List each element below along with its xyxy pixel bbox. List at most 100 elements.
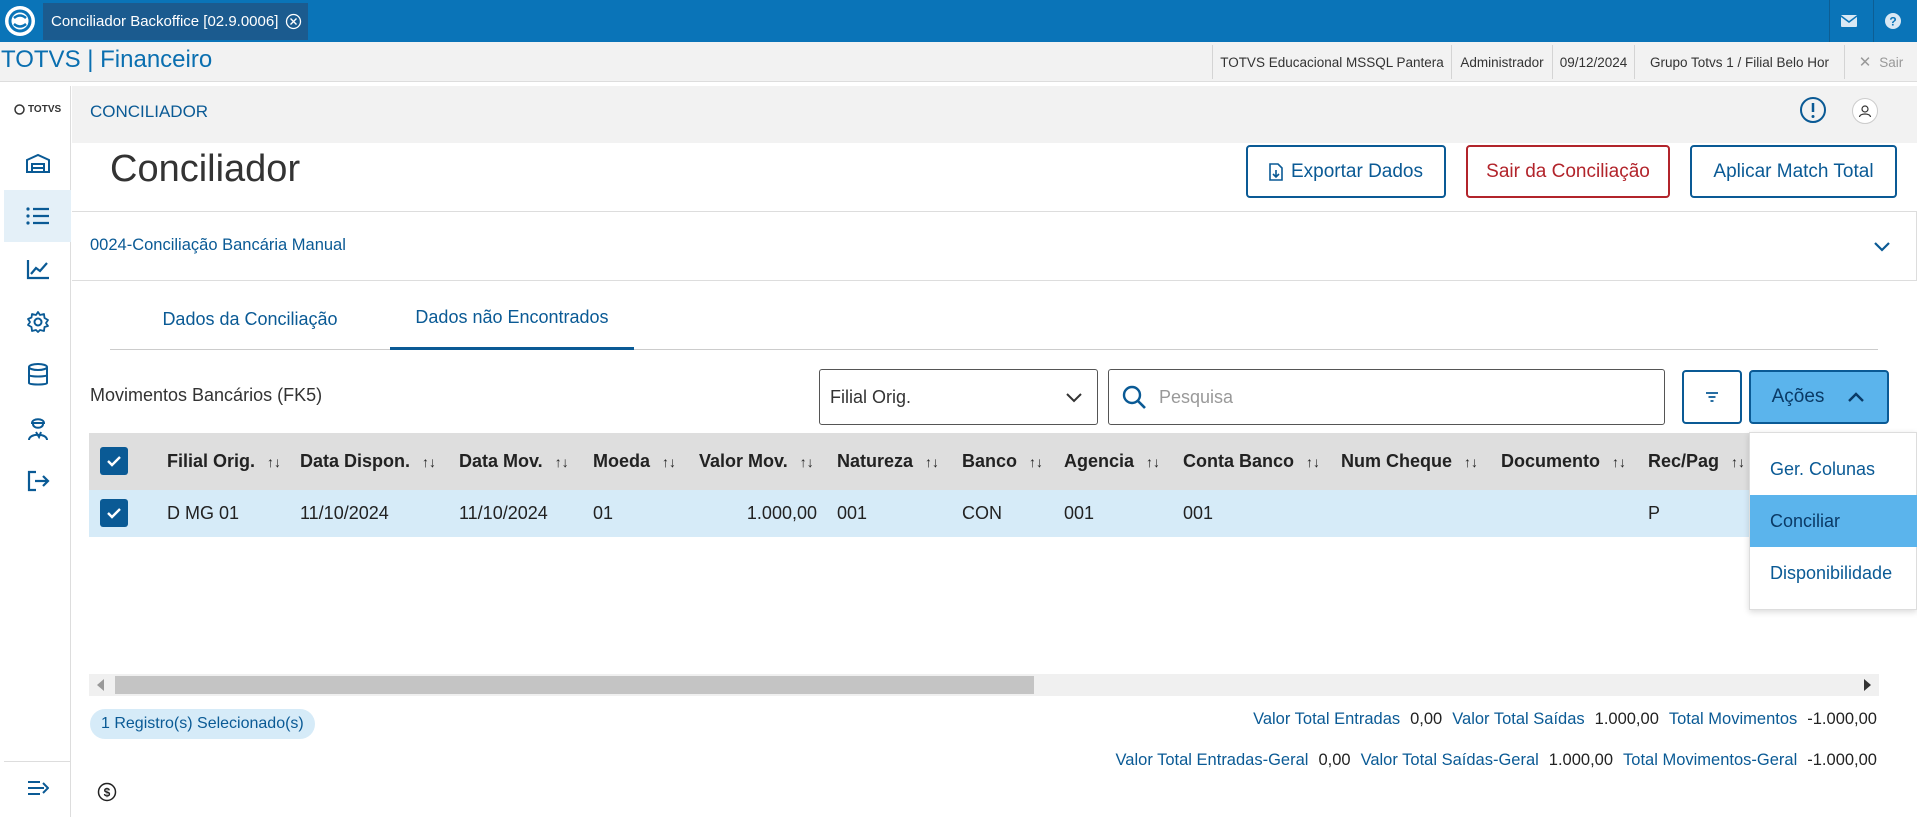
actions-button[interactable]: Ações: [1749, 370, 1889, 424]
chevron-down-icon: [1066, 393, 1082, 403]
date-label: 09/12/2024: [1552, 45, 1634, 79]
svg-text:?: ?: [1889, 15, 1896, 29]
collapse-menu-button[interactable]: [4, 761, 71, 813]
branch-label[interactable]: Grupo Totvs 1 / Filial Belo Hor: [1634, 45, 1844, 79]
export-data-button[interactable]: Exportar Dados: [1246, 145, 1446, 198]
column-header-label: Data Mov.: [459, 451, 543, 471]
close-icon: ✕: [1858, 54, 1872, 71]
table-cell: 11/10/2024: [300, 503, 389, 523]
total-label: Total Movimentos: [1668, 710, 1798, 728]
horizontal-scrollbar[interactable]: [89, 674, 1879, 696]
sort-icon: ↑↓: [662, 453, 677, 470]
column-header[interactable]: Data Mov. ↑↓: [459, 433, 569, 490]
sidebar-item-chart[interactable]: [4, 243, 71, 295]
sidebar-item-warehouse[interactable]: [4, 137, 71, 189]
menu-bar: TOTVS | Financeiro TOTVS Educacional MSS…: [0, 42, 1917, 82]
export-file-icon: [1269, 162, 1283, 181]
tab-dados-nao-encontrados[interactable]: Dados não Encontrados: [390, 288, 634, 350]
table-cell: 001: [1064, 503, 1095, 523]
row-checkbox[interactable]: [100, 499, 128, 527]
page-header: CONCILIADOR: [72, 86, 1917, 143]
column-header[interactable]: Banco ↑↓: [962, 433, 1043, 490]
sort-icon: ↑↓: [1731, 453, 1746, 470]
apply-match-button[interactable]: Aplicar Match Total: [1690, 145, 1897, 198]
table-cell: CON: [962, 503, 1002, 523]
table-cell: 001: [837, 503, 868, 523]
title-bar: Conciliador Backoffice [02.9.0006] ?: [0, 0, 1917, 42]
window-tab-label: Conciliador Backoffice [02.9.0006]: [51, 13, 279, 30]
column-header-label: Documento: [1501, 451, 1600, 471]
column-header-label: Num Cheque: [1341, 451, 1453, 471]
exit-reconciliation-button[interactable]: Sair da Conciliação: [1466, 145, 1670, 198]
total-label: Valor Total Entradas: [1253, 710, 1401, 728]
sidebar-item-database[interactable]: [4, 349, 71, 401]
total-label: Valor Total Saídas: [1452, 710, 1585, 728]
column-header[interactable]: Documento ↑↓: [1501, 433, 1626, 490]
column-header[interactable]: Num Cheque ↑↓: [1341, 433, 1478, 490]
sort-icon: ↑↓: [1464, 453, 1479, 470]
search-icon: [1122, 385, 1146, 409]
database-icon: [27, 363, 48, 386]
actions-dropdown-menu: Ger. Colunas Conciliar Disponibilidade: [1749, 432, 1917, 610]
sort-icon: ↑↓: [925, 453, 940, 470]
help-icon[interactable]: ?: [1873, 0, 1912, 42]
table-cell: P: [1648, 503, 1661, 523]
menu-item-disponibilidade[interactable]: Disponibilidade: [1750, 547, 1917, 599]
menu-item-conciliar[interactable]: Conciliar: [1750, 495, 1917, 547]
filter-button[interactable]: [1682, 370, 1742, 424]
sidebar-item-logout[interactable]: [4, 455, 71, 507]
totvs-logo-text: TOTVS: [28, 104, 62, 115]
tab-bar: Dados da Conciliação Dados não Encontrad…: [110, 288, 1878, 350]
brand-title: TOTVS | Financeiro: [1, 46, 213, 73]
totals-general-line: Valor Total Entradas-Geral 0,00 Valor To…: [1116, 751, 1877, 770]
filial-select[interactable]: Filial Orig.: [819, 369, 1098, 425]
scrollbar-thumb[interactable]: [115, 676, 1034, 694]
grid-title: Movimentos Bancários (FK5): [90, 385, 323, 405]
sidebar-item-list[interactable]: [4, 190, 71, 242]
apply-match-label: Aplicar Match Total: [1713, 160, 1874, 182]
user-profile-icon[interactable]: [1852, 98, 1878, 124]
search-input[interactable]: [1159, 386, 1639, 408]
column-header[interactable]: Filial Orig. ↑↓: [167, 433, 281, 490]
search-box[interactable]: [1108, 369, 1665, 425]
sort-icon: ↑↓: [554, 453, 569, 470]
close-tab-icon[interactable]: [285, 13, 302, 30]
collapse-menu-icon: [27, 780, 49, 795]
accordion-header[interactable]: 0024-Conciliação Bancária Manual: [72, 211, 1917, 281]
column-header[interactable]: Moeda ↑↓: [593, 433, 676, 490]
filter-icon: [1706, 392, 1718, 402]
sidebar-item-settings[interactable]: [4, 296, 71, 348]
accordion-title: 0024-Conciliação Bancária Manual: [90, 236, 346, 254]
column-header-label: Natureza: [837, 451, 914, 471]
total-label: Valor Total Entradas-Geral: [1115, 751, 1309, 769]
currency-icon[interactable]: $: [97, 782, 117, 802]
tab-dados-conciliacao[interactable]: Dados da Conciliação: [110, 288, 390, 350]
window-tab[interactable]: Conciliador Backoffice [02.9.0006]: [43, 3, 308, 40]
column-header[interactable]: Conta Banco ↑↓: [1183, 433, 1320, 490]
check-icon: [107, 508, 121, 519]
column-header[interactable]: Agencia ↑↓: [1064, 433, 1160, 490]
chevron-down-icon[interactable]: [1870, 234, 1894, 258]
filial-select-value: Filial Orig.: [830, 386, 912, 407]
select-all-checkbox[interactable]: [100, 447, 128, 475]
selected-count-badge: 1 Registro(s) Selecionado(s): [90, 709, 315, 739]
info-icon[interactable]: [1799, 96, 1827, 124]
scroll-left-icon[interactable]: [97, 679, 104, 691]
column-header[interactable]: Natureza ↑↓: [837, 433, 939, 490]
mail-icon[interactable]: [1829, 0, 1868, 42]
column-header[interactable]: Rec/Pag ↑↓: [1648, 433, 1745, 490]
section-heading: CONCILIADOR: [90, 102, 209, 121]
chevron-up-icon: [1848, 392, 1865, 402]
column-header[interactable]: Data Dispon. ↑↓: [300, 433, 436, 490]
table-row[interactable]: D MG 01 11/10/2024 11/10/2024 01 1.000,0…: [89, 490, 1879, 537]
sidebar-item-worker[interactable]: [4, 402, 71, 454]
exit-button[interactable]: ✕ Sair: [1844, 45, 1917, 79]
column-header-label: Filial Orig.: [167, 451, 256, 471]
check-icon: [107, 456, 121, 467]
column-header-label: Rec/Pag: [1648, 451, 1720, 471]
column-header[interactable]: Valor Mov. ↑↓: [699, 433, 814, 490]
scroll-right-icon[interactable]: [1864, 679, 1871, 691]
column-header-label: Conta Banco: [1183, 451, 1295, 471]
menu-item-ger-colunas[interactable]: Ger. Colunas: [1750, 443, 1917, 495]
sort-icon: ↑↓: [1306, 453, 1321, 470]
